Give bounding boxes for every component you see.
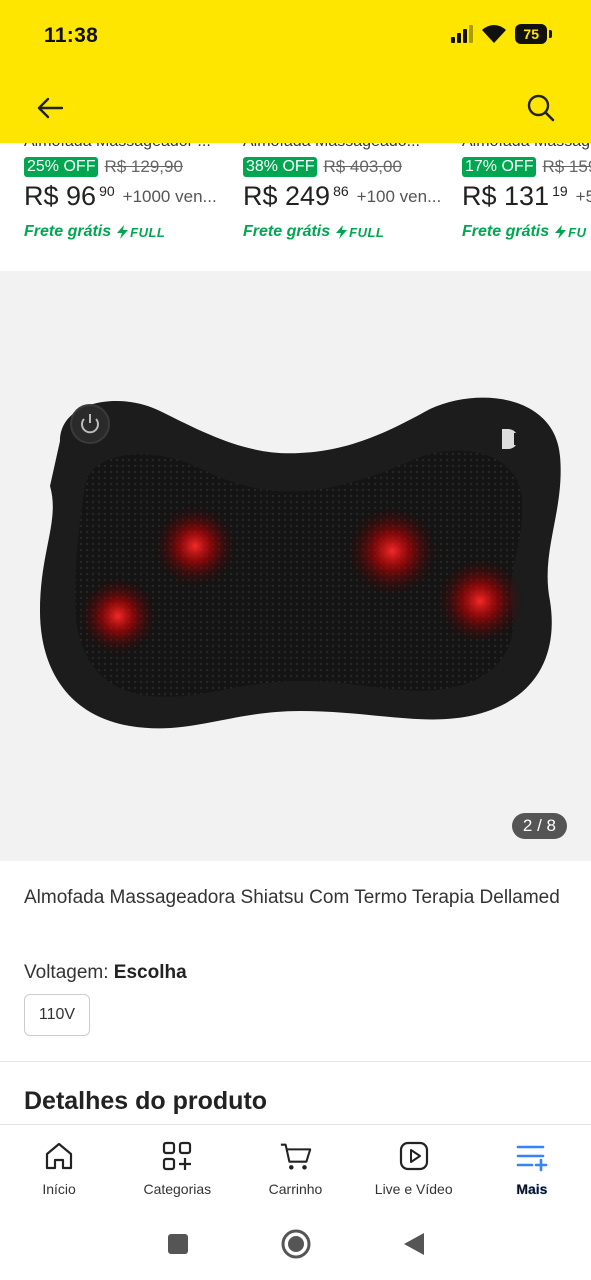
variant-label: Voltagem: Escolha [24,962,187,984]
search-icon [527,94,555,122]
full-badge: FULL [117,225,165,240]
price: R$ 131 [462,181,550,211]
lightning-icon [336,225,348,239]
nav-item-inicio[interactable]: Início [0,1125,118,1212]
free-shipping-label: Frete grátis [462,223,550,240]
recents-button[interactable] [166,1232,190,1261]
full-label: FULL [130,224,166,240]
discount-row: 17% OFF R$ 159 [462,157,591,177]
wifi-icon [482,25,507,43]
nav-item-mais[interactable]: Mais [473,1125,591,1212]
signal-icon [451,25,474,43]
price-row: R$ 249 86 +100 ven... [243,179,441,213]
battery-icon: 75 [515,24,552,44]
card-title: Almofada Massag [462,143,591,151]
divider [0,1061,591,1062]
bottom-nav: Início Categorias Carrinho Live e Vídeo … [0,1124,591,1212]
full-badge: FULL [336,225,384,240]
price-row: R$ 96 90 +1000 ven... [24,179,217,213]
product-title: Almofada Massageadora Shiatsu Com Termo … [24,887,560,908]
system-nav-bar [0,1212,591,1280]
free-shipping-label: Frete grátis [24,223,112,240]
back-system-button[interactable] [402,1231,426,1262]
lightning-icon [117,225,129,239]
nav-label: Mais [516,1181,548,1197]
nav-label: Live e Vídeo [374,1181,453,1197]
image-counter: 2 / 8 [511,813,567,839]
discount-badge: 17% OFF [462,157,537,177]
product-image [40,397,561,729]
shipping-row: Frete grátis FULL [243,223,384,241]
price-cents: 86 [333,183,349,199]
recommendation-carousel[interactable]: Almofada Massageador ... 25% OFF R$ 129,… [0,143,591,269]
recommendation-card[interactable]: Almofada Massageado... 38% OFF R$ 403,00… [243,143,448,269]
nav-label: Carrinho [268,1181,323,1197]
price-row: R$ 131 19 +5m [462,179,591,213]
card-title: Almofada Massageado... [243,143,448,151]
header-bar: 11:38 75 [0,0,591,143]
status-time: 11:38 [44,24,99,47]
status-icons: 75 [451,24,552,44]
price-cents: 90 [99,183,115,199]
shipping-row: Frete grátis FULL [24,223,165,241]
sold-count: +5m [575,187,591,206]
home-system-button[interactable] [280,1228,312,1265]
shipping-row: Frete grátis FU [462,223,586,241]
search-button[interactable] [521,88,561,128]
discount-row: 38% OFF R$ 403,00 [243,157,402,177]
back-button[interactable] [30,88,70,128]
nav-item-carrinho[interactable]: Carrinho [236,1125,354,1212]
old-price: R$ 403,00 [323,157,402,176]
video-icon [397,1139,431,1173]
nav-label: Início [42,1181,76,1197]
card-title: Almofada Massageador ... [24,143,229,151]
circle-icon [281,1229,310,1258]
lightning-icon [555,225,567,239]
nav-label: Categorias [143,1181,212,1197]
price-cents: 19 [552,183,568,199]
recommendation-card[interactable]: Almofada Massageador ... 25% OFF R$ 129,… [24,143,229,269]
square-icon [167,1233,188,1254]
full-label: FULL [349,224,385,240]
home-icon [42,1139,76,1173]
recommendation-card[interactable]: Almofada Massag 17% OFF R$ 159 R$ 131 19… [462,143,591,269]
price: R$ 249 [243,181,331,211]
free-shipping-label: Frete grátis [243,223,331,240]
product-image-gallery[interactable]: 2 / 8 [0,271,591,861]
arrow-left-icon [37,97,64,119]
full-label: FU [568,224,587,240]
sold-count: +1000 ven... [122,187,217,206]
nav-item-categorias[interactable]: Categorias [118,1125,236,1212]
price: R$ 96 [24,181,97,211]
variant-label-text: Voltagem: [24,962,109,983]
nav-item-live-video[interactable]: Live e Vídeo [355,1125,473,1212]
recommendation-track: Almofada Massageador ... 25% OFF R$ 129,… [24,143,591,269]
discount-badge: 38% OFF [243,157,318,177]
triangle-back-icon [403,1232,424,1255]
variant-option-110v[interactable]: 110V [24,994,90,1036]
full-badge: FU [555,225,586,240]
discount-row: 25% OFF R$ 129,90 [24,157,183,177]
menu-plus-icon [515,1139,549,1173]
details-heading: Detalhes do produto [24,1087,268,1115]
sold-count: +100 ven... [356,187,442,206]
old-price: R$ 129,90 [104,157,183,176]
discount-badge: 25% OFF [24,157,99,177]
old-price: R$ 159 [542,157,591,176]
categories-icon [160,1139,194,1173]
variant-value: Escolha [113,962,187,983]
cart-icon [279,1139,313,1173]
